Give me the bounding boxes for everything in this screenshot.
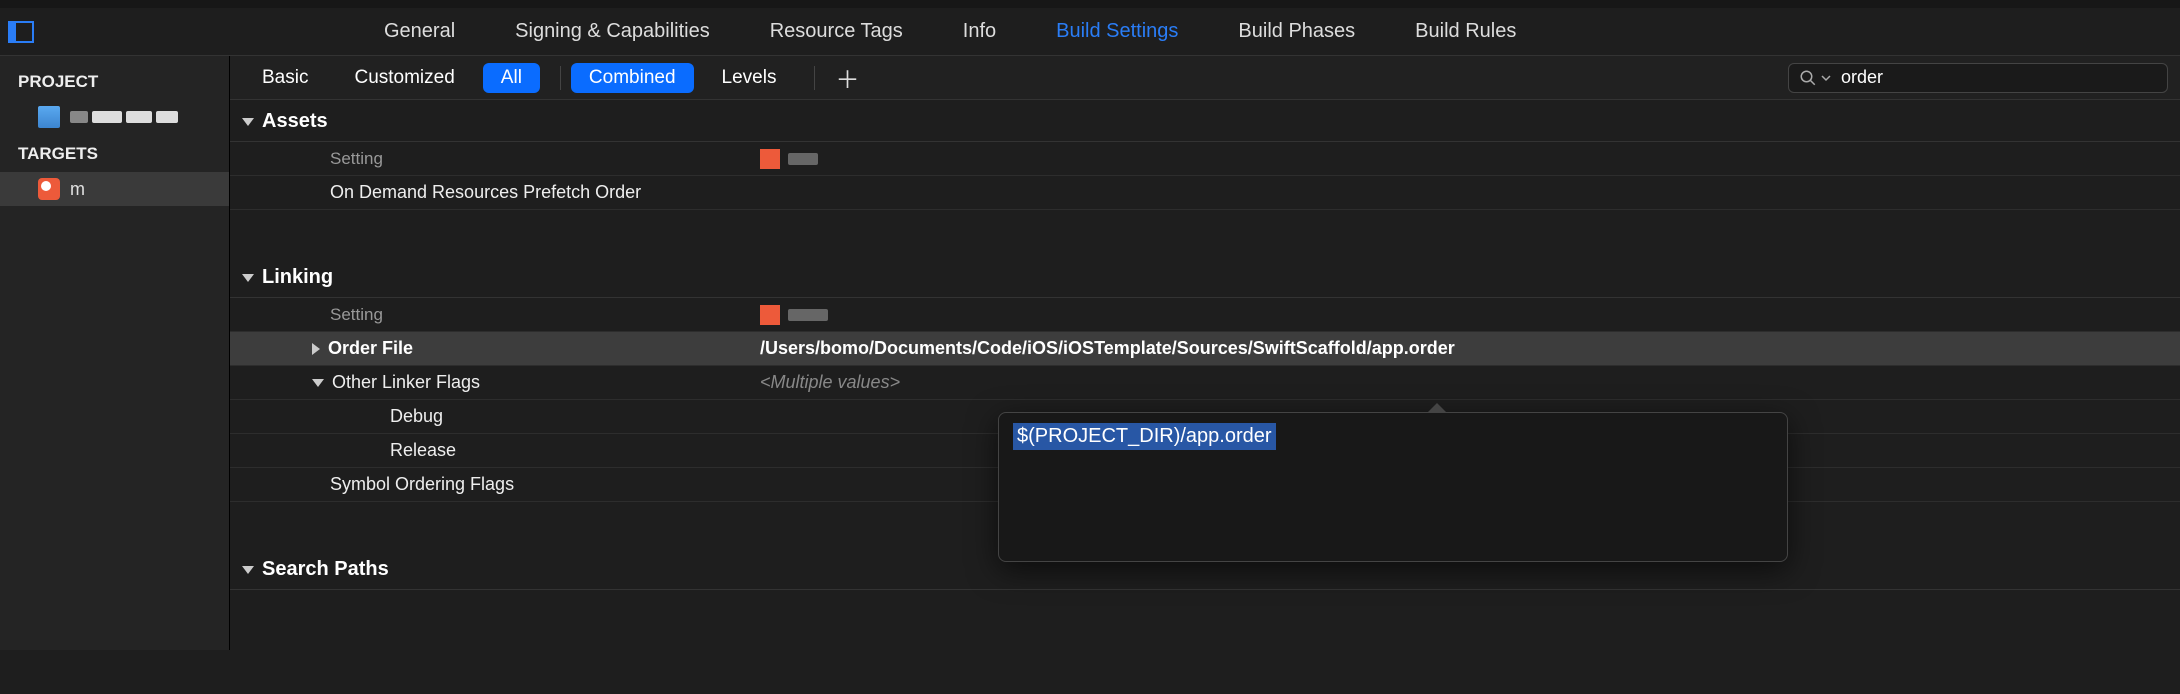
- section-assets[interactable]: Assets: [230, 100, 2180, 142]
- column-setting-label: Setting: [230, 149, 750, 169]
- tab-general[interactable]: General: [354, 8, 485, 55]
- filter-customized[interactable]: Customized: [336, 63, 472, 93]
- tab-build-rules[interactable]: Build Rules: [1385, 8, 1546, 55]
- tab-build-phases[interactable]: Build Phases: [1208, 8, 1385, 55]
- tab-info[interactable]: Info: [933, 8, 1026, 55]
- disclosure-down-icon: [312, 379, 324, 387]
- column-header-row: Setting: [230, 142, 2180, 176]
- filter-all[interactable]: All: [483, 63, 540, 93]
- chevron-down-icon: [1821, 73, 1831, 83]
- row-order-file[interactable]: Order File /Users/bomo/Documents/Code/iO…: [230, 332, 2180, 366]
- odr-prefetch-label: On Demand Resources Prefetch Order: [230, 182, 750, 203]
- filter-levels[interactable]: Levels: [704, 63, 795, 93]
- order-file-value[interactable]: /Users/bomo/Documents/Code/iOS/iOSTempla…: [750, 338, 2180, 359]
- tab-resource-tags[interactable]: Resource Tags: [740, 8, 933, 55]
- xcodeproj-icon: [38, 106, 60, 128]
- popover-selected-text[interactable]: $(PROJECT_DIR)/app.order: [1013, 423, 1276, 450]
- section-search-paths-label: Search Paths: [262, 558, 389, 581]
- other-linker-flags-value[interactable]: <Multiple values>: [750, 372, 2180, 393]
- app-target-icon: [38, 178, 60, 200]
- sidebar-targets-header: TARGETS: [0, 134, 229, 172]
- section-assets-label: Assets: [262, 110, 328, 133]
- sidebar-project-item[interactable]: [0, 100, 229, 134]
- row-odr-prefetch[interactable]: On Demand Resources Prefetch Order: [230, 176, 2180, 210]
- row-other-linker-flags[interactable]: Other Linker Flags <Multiple values>: [230, 366, 2180, 400]
- search-icon: [1799, 69, 1817, 87]
- column-header-row-linking: Setting: [230, 298, 2180, 332]
- symbol-ordering-label: Symbol Ordering Flags: [230, 474, 750, 495]
- editor-tabs: General Signing & Capabilities Resource …: [0, 8, 2180, 56]
- section-linking[interactable]: Linking: [230, 256, 2180, 298]
- disclosure-down-icon: [242, 118, 254, 126]
- target-column-icon: [760, 305, 780, 325]
- tab-build-settings[interactable]: Build Settings: [1026, 8, 1208, 55]
- section-linking-label: Linking: [262, 266, 333, 289]
- project-sidebar: PROJECT TARGETS m: [0, 56, 230, 650]
- filter-basic[interactable]: Basic: [244, 63, 326, 93]
- filter-bar: Basic Customized All Combined Levels ＋: [230, 56, 2180, 100]
- build-settings-main: Basic Customized All Combined Levels ＋ A…: [230, 56, 2180, 650]
- other-linker-flags-label: Other Linker Flags: [332, 372, 480, 393]
- disclosure-right-icon: [312, 343, 320, 355]
- sidebar-target-item[interactable]: m: [0, 172, 229, 206]
- add-setting-icon[interactable]: ＋: [835, 60, 859, 95]
- sidebar-project-header: PROJECT: [0, 62, 229, 100]
- search-box[interactable]: [1788, 63, 2168, 93]
- disclosure-down-icon: [242, 566, 254, 574]
- disclosure-down-icon: [242, 274, 254, 282]
- target-column-icon: [760, 149, 780, 169]
- value-editor-popover[interactable]: $(PROJECT_DIR)/app.order: [998, 412, 1788, 562]
- debug-label: Debug: [230, 406, 750, 427]
- order-file-label: Order File: [328, 338, 413, 359]
- filter-combined[interactable]: Combined: [571, 63, 694, 93]
- column-setting-label: Setting: [230, 305, 750, 325]
- navigator-toggle-icon[interactable]: [8, 21, 34, 43]
- target-name: m: [70, 179, 85, 200]
- release-label: Release: [230, 440, 750, 461]
- search-input[interactable]: [1841, 67, 2157, 88]
- tab-signing[interactable]: Signing & Capabilities: [485, 8, 740, 55]
